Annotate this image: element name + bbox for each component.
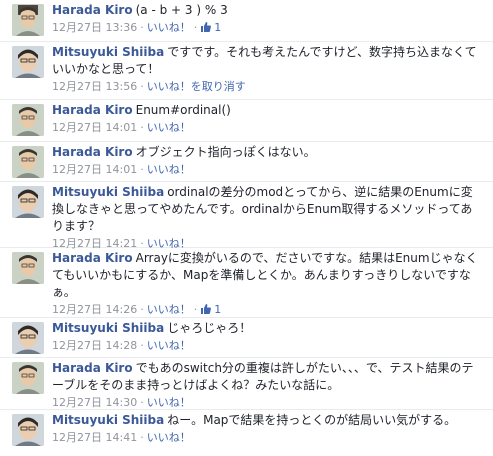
comment-item: Harada Kiro Enum#ordinal() 12月27日 14:01 · い…	[0, 100, 493, 142]
avatar-harada[interactable]	[12, 104, 44, 136]
comment-author[interactable]: Harada Kiro	[52, 3, 133, 17]
comment-item: Mitsuyuki Shiiba ねー。Mapで結果を持っとくのが結局いい気がする…	[0, 410, 493, 456]
comment-meta: 12月27日 13:36 · いいね！ · 1	[52, 20, 483, 37]
comment-meta: 12月27日 14:01 · いいね！	[52, 121, 191, 134]
comment-item: Harada Kiro (a - b + 3 ) % 3 12月27日 13:36…	[0, 0, 493, 42]
comment-timestamp[interactable]: 12月27日 14:30	[52, 396, 137, 409]
comment-author[interactable]: Mitsuyuki Shiiba	[52, 413, 164, 427]
comment-content: Mitsuyuki Shiiba ordinalの差分のmodとってから、逆に結果…	[52, 184, 483, 251]
comment-meta: 12月27日 13:56 · いいね！を取り消す	[52, 80, 246, 93]
comment-text-row: Harada Kiro Arrayに変換がいるので、ださいですな。結果はEnumじ…	[52, 250, 483, 301]
comment-author[interactable]: Harada Kiro	[52, 103, 133, 117]
avatar-harada[interactable]	[12, 4, 44, 36]
like-link[interactable]: いいね！	[147, 396, 191, 409]
thumbs-up-icon	[200, 303, 212, 319]
comment-author[interactable]: Mitsuyuki Shiiba	[52, 45, 164, 59]
comment-text-row: Harada Kiro オブジェクト指向っぽくはない。	[52, 144, 483, 161]
thumbs-up-icon	[200, 21, 212, 37]
comment-meta: 12月27日 14:01 · いいね！	[52, 163, 191, 176]
comment-content: Harada Kiro Enum#ordinal() 12月27日 14:01 · い…	[52, 102, 483, 135]
comment-content: Mitsuyuki Shiiba ねー。Mapで結果を持っとくのが結局いい気がする…	[52, 412, 483, 445]
comment-timestamp[interactable]: 12月27日 14:01	[52, 163, 137, 176]
comment-item: Mitsuyuki Shiiba じゃろじゃろ！ 12月27日 14:28 · いいね…	[0, 318, 493, 358]
like-link[interactable]: いいね！	[147, 303, 191, 316]
comment-item: Harada Kiro Arrayに変換がいるので、ださいですな。結果はEnumじ…	[0, 248, 493, 318]
comment-author[interactable]: Harada Kiro	[52, 361, 133, 375]
comment-item: Harada Kiro でもあのswitch分の重複は許しがたい、、、で、テスト結…	[0, 358, 493, 410]
comment-timestamp[interactable]: 12月27日 14:26	[52, 303, 137, 316]
comment-text: Enum#ordinal()	[135, 103, 231, 117]
comment-timestamp[interactable]: 12月27日 14:41	[52, 431, 137, 444]
avatar-shiiba[interactable]	[12, 322, 44, 354]
comment-content: Harada Kiro オブジェクト指向っぽくはない。 12月27日 14:01 ·…	[52, 144, 483, 177]
comment-text-row: Harada Kiro (a - b + 3 ) % 3	[52, 2, 483, 19]
comment-text-row: Harada Kiro Enum#ordinal()	[52, 102, 483, 119]
comment-item: Harada Kiro オブジェクト指向っぽくはない。 12月27日 14:01 ·…	[0, 142, 493, 182]
comment-timestamp[interactable]: 12月27日 14:01	[52, 121, 137, 134]
comment-timestamp[interactable]: 12月27日 14:28	[52, 339, 137, 352]
comment-text-row: Mitsuyuki Shiiba ですです。それも考えたんですけど、数字持ち込まな…	[52, 44, 483, 78]
comment-text-row: Harada Kiro でもあのswitch分の重複は許しがたい、、、で、テスト結…	[52, 360, 483, 394]
like-link[interactable]: いいね！	[147, 121, 191, 134]
comment-author[interactable]: Mitsuyuki Shiiba	[52, 185, 164, 199]
comment-text-row: Mitsuyuki Shiiba ねー。Mapで結果を持っとくのが結局いい気がする…	[52, 412, 483, 429]
comment-text: オブジェクト指向っぽくはない。	[135, 145, 316, 159]
avatar-shiiba[interactable]	[12, 414, 44, 446]
comment-content: Mitsuyuki Shiiba じゃろじゃろ！ 12月27日 14:28 · いいね…	[52, 320, 483, 353]
avatar-shiiba[interactable]	[12, 186, 44, 218]
like-count[interactable]: 1	[200, 303, 221, 316]
comment-item: Mitsuyuki Shiiba ですです。それも考えたんですけど、数字持ち込まな…	[0, 42, 493, 100]
avatar-harada[interactable]	[12, 362, 44, 394]
like-count-value: 1	[214, 303, 222, 316]
like-link[interactable]: いいね！	[147, 21, 191, 34]
comment-content: Harada Kiro でもあのswitch分の重複は許しがたい、、、で、テスト結…	[52, 360, 483, 410]
comment-thread: Harada Kiro (a - b + 3 ) % 3 12月27日 13:36…	[0, 0, 493, 456]
comment-text-row: Mitsuyuki Shiiba ordinalの差分のmodとってから、逆に結果…	[52, 184, 483, 235]
like-count[interactable]: 1	[200, 21, 221, 34]
comment-meta: 12月27日 14:28 · いいね！	[52, 339, 191, 352]
comment-timestamp[interactable]: 12月27日 13:36	[52, 21, 137, 34]
comment-item: Mitsuyuki Shiiba ordinalの差分のmodとってから、逆に結果…	[0, 182, 493, 251]
comment-text-row: Mitsuyuki Shiiba じゃろじゃろ！	[52, 320, 483, 337]
comment-author[interactable]: Harada Kiro	[52, 251, 133, 265]
like-link[interactable]: いいね！	[147, 431, 191, 444]
comment-text: ねー。Mapで結果を持っとくのが結局いい気がする。	[167, 413, 457, 427]
like-link[interactable]: いいね！	[147, 339, 191, 352]
avatar-shiiba[interactable]	[12, 46, 44, 78]
comment-author[interactable]: Harada Kiro	[52, 145, 133, 159]
comment-author[interactable]: Mitsuyuki Shiiba	[52, 321, 164, 335]
like-count-value: 1	[214, 21, 222, 34]
avatar-harada[interactable]	[12, 146, 44, 178]
comment-timestamp[interactable]: 12月27日 13:56	[52, 80, 137, 93]
like-link[interactable]: いいね！	[147, 163, 191, 176]
unlike-link[interactable]: いいね！を取り消す	[147, 80, 246, 93]
comment-text: じゃろじゃろ！	[167, 321, 252, 335]
comment-text: (a - b + 3 ) % 3	[135, 3, 228, 17]
comment-meta: 12月27日 14:30 · いいね！	[52, 396, 191, 409]
avatar-harada[interactable]	[12, 252, 44, 284]
comment-meta: 12月27日 14:26 · いいね！ · 1	[52, 302, 483, 319]
comment-content: Harada Kiro Arrayに変換がいるので、ださいですな。結果はEnumじ…	[52, 250, 483, 319]
comment-content: Mitsuyuki Shiiba ですです。それも考えたんですけど、数字持ち込まな…	[52, 44, 483, 94]
comment-meta: 12月27日 14:41 · いいね！	[52, 431, 191, 444]
comment-content: Harada Kiro (a - b + 3 ) % 3 12月27日 13:36…	[52, 2, 483, 37]
